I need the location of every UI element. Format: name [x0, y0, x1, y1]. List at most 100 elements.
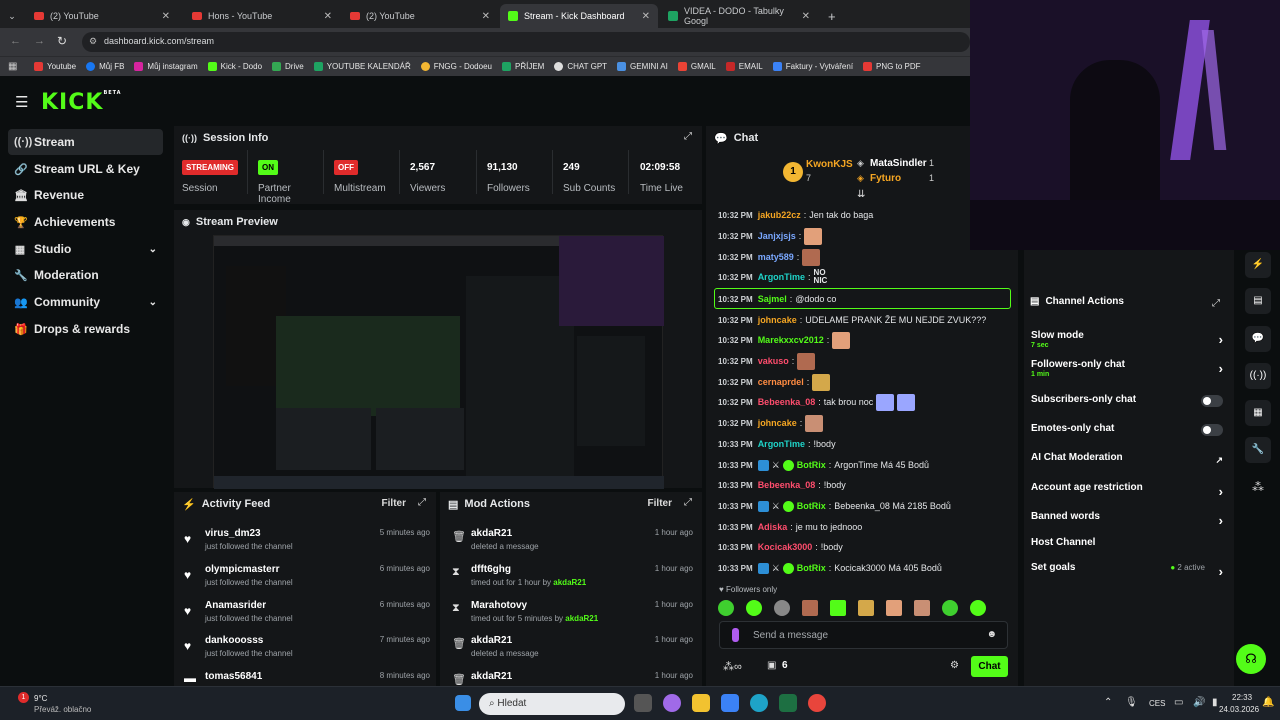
- popout-icon[interactable]: ⤢: [684, 497, 692, 508]
- browser-tab[interactable]: (2) YouTube ✕: [26, 4, 178, 28]
- bookmark[interactable]: GMAIL: [677, 62, 716, 71]
- site-info-icon[interactable]: ⚙: [89, 36, 97, 47]
- sidebar-item-stream[interactable]: ((·)) Stream: [8, 129, 163, 155]
- popout-icon[interactable]: ⤢: [1212, 298, 1220, 309]
- apps-icon[interactable]: ▦: [8, 61, 17, 72]
- close-icon[interactable]: ✕: [324, 11, 332, 22]
- channel-action-ai-moderation[interactable]: AI Chat Moderation ↗: [1031, 452, 1227, 476]
- volume-icon[interactable]: 🔊: [1193, 697, 1205, 708]
- browser-tab-active[interactable]: Stream - Kick Dashboard ✕: [500, 4, 658, 28]
- battery-icon[interactable]: ▮: [1212, 697, 1218, 708]
- notification-icon[interactable]: 🔔: [1262, 697, 1274, 708]
- message-username[interactable]: cernaprdel: [758, 377, 804, 387]
- excel-icon[interactable]: [779, 694, 797, 712]
- weather-temp[interactable]: 9°C: [34, 694, 47, 703]
- emote-icon[interactable]: [830, 600, 846, 616]
- bookmark[interactable]: YOUTUBE KALENDÁŘ: [313, 62, 411, 71]
- message-username[interactable]: Bebeenka_08: [758, 397, 816, 407]
- channel-action-set-goals[interactable]: Set goals ● 2 active ›: [1031, 562, 1227, 586]
- edge-icon[interactable]: [750, 694, 768, 712]
- filter-button[interactable]: Filter: [648, 498, 672, 509]
- clock-time[interactable]: 22:33: [1232, 693, 1252, 702]
- emote-icon[interactable]: [774, 600, 790, 616]
- clock-date[interactable]: 24.03.2026: [1219, 705, 1259, 714]
- channel-action-banned-words[interactable]: Banned words ›: [1031, 511, 1227, 535]
- reload-icon[interactable]: ↻: [57, 34, 67, 48]
- send-chat-button[interactable]: Chat: [971, 656, 1008, 677]
- message-username[interactable]: Kocicak3000: [758, 542, 813, 552]
- channel-action-account-age[interactable]: Account age restriction ›: [1031, 482, 1227, 506]
- emote-icon[interactable]: [858, 600, 874, 616]
- wrench-icon[interactable]: 🔧: [1245, 437, 1271, 463]
- sidebar-item-moderation[interactable]: 🔧 Moderation: [8, 262, 163, 288]
- browser-tab[interactable]: (2) YouTube ✕: [342, 4, 498, 28]
- bookmark[interactable]: Faktury - Vytváření: [772, 62, 853, 71]
- bookmark[interactable]: CHAT GPT: [554, 62, 607, 71]
- popout-icon[interactable]: ⤢: [684, 131, 692, 142]
- bookmark[interactable]: EMAIL: [725, 62, 763, 71]
- chrome-icon[interactable]: [808, 694, 826, 712]
- emote-icon[interactable]: [746, 600, 762, 616]
- chevron-up-icon[interactable]: ⌃: [1104, 697, 1112, 708]
- support-icon[interactable]: ☊: [1236, 644, 1266, 674]
- bolt-icon[interactable]: ⚡: [1245, 252, 1271, 278]
- weather-desc[interactable]: Převáž. oblačno: [34, 705, 91, 714]
- channel-action-slow-mode[interactable]: Slow mode 7 sec ›: [1031, 330, 1227, 354]
- emote-icon[interactable]: [914, 600, 930, 616]
- message-username[interactable]: Bebeenka_08: [758, 480, 816, 490]
- message-username[interactable]: johncake: [758, 315, 797, 325]
- message-username[interactable]: Janjxjsjs: [758, 231, 796, 241]
- emote-icon[interactable]: [886, 600, 902, 616]
- message-username[interactable]: Marekxxcv2012: [758, 335, 824, 345]
- close-icon[interactable]: ✕: [162, 11, 170, 22]
- stream-preview-video[interactable]: [213, 235, 664, 489]
- close-icon[interactable]: ✕: [802, 11, 810, 22]
- browser-tab[interactable]: VIDEA - DODO - Tabulky Googl ✕: [660, 4, 818, 28]
- task-view-icon[interactable]: [634, 694, 652, 712]
- sidebar-item-stream-url-key[interactable]: 🔗 Stream URL & Key: [8, 156, 163, 182]
- bookmark[interactable]: FNGG - Dodoeu: [420, 62, 492, 71]
- message-username[interactable]: ArgonTime: [758, 272, 805, 282]
- emoji-icon[interactable]: ☻: [986, 629, 997, 640]
- chat-icon[interactable]: 💬: [1245, 326, 1271, 352]
- top-gifter-name[interactable]: Fyturo: [870, 173, 901, 184]
- signal-icon[interactable]: ((·)): [1245, 363, 1271, 389]
- channel-action-followers-only[interactable]: Followers-only chat 1 min ›: [1031, 359, 1227, 383]
- top-gifter-name[interactable]: MataSindler: [870, 158, 927, 169]
- mic-icon[interactable]: 🎙: [1125, 697, 1138, 708]
- popout-icon[interactable]: ⤢: [418, 497, 426, 508]
- message-username[interactable]: johncake: [758, 418, 797, 428]
- start-icon[interactable]: [455, 695, 471, 711]
- bookmark[interactable]: Drive: [272, 62, 304, 71]
- tab-search-button[interactable]: ⌄: [0, 4, 24, 28]
- store-icon[interactable]: [721, 694, 739, 712]
- expand-icon[interactable]: ⇊: [857, 189, 865, 200]
- channel-action-host-channel[interactable]: Host Channel: [1031, 537, 1227, 561]
- bookmark[interactable]: Můj instagram: [134, 62, 198, 71]
- new-tab-button[interactable]: +: [820, 4, 840, 28]
- sidebar-item-drops-rewards[interactable]: 🎁 Drops & rewards: [8, 316, 163, 342]
- infinity-icon[interactable]: ⁂∞: [723, 660, 742, 673]
- emotes-only-toggle[interactable]: [1201, 424, 1223, 436]
- chat-input[interactable]: Send a message ☻: [719, 621, 1008, 649]
- emote-icon[interactable]: [718, 600, 734, 616]
- bookmark[interactable]: Kick - Dodo: [207, 62, 262, 71]
- gift-box-icon[interactable]: ▣: [767, 660, 776, 671]
- bookmark[interactable]: PNG to PDF: [863, 62, 921, 71]
- subscribers-only-toggle[interactable]: [1201, 395, 1223, 407]
- browser-tab[interactable]: Hons - YouTube ✕: [184, 4, 340, 28]
- sidebar-item-revenue[interactable]: 🏛 Revenue: [8, 182, 163, 208]
- message-username[interactable]: Adiska: [758, 522, 788, 532]
- bookmark[interactable]: GEMINI AI: [617, 62, 668, 71]
- taskbar-search[interactable]: ⌕ Hledat: [479, 693, 625, 715]
- message-username[interactable]: ArgonTime: [758, 439, 805, 449]
- message-username[interactable]: BotRix: [797, 460, 826, 470]
- message-username[interactable]: BotRix: [797, 563, 826, 573]
- sidebar-item-studio[interactable]: ▦ Studio ⌄: [8, 236, 163, 262]
- document-icon[interactable]: ▤: [1245, 288, 1271, 314]
- message-username[interactable]: jakub22cz: [758, 210, 801, 220]
- filter-button[interactable]: Filter: [382, 498, 406, 509]
- close-icon[interactable]: ✕: [642, 11, 650, 22]
- copilot-icon[interactable]: [663, 694, 681, 712]
- back-icon[interactable]: ←: [10, 35, 21, 47]
